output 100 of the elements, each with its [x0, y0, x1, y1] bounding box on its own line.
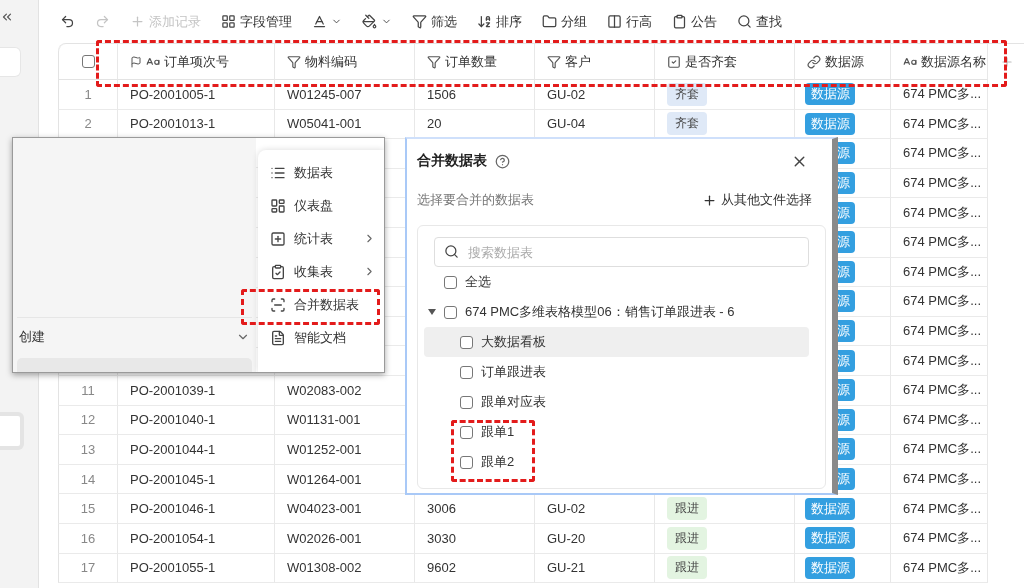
choose-other-file-button[interactable]: 从其他文件选择: [702, 191, 812, 209]
table-cell: W02026-001: [275, 523, 415, 554]
tree-item-label[interactable]: 大数据看板: [481, 333, 546, 351]
row-number: 16: [58, 523, 118, 554]
table-cell: W01245-007: [275, 80, 415, 110]
column-header[interactable]: 订单数量: [445, 52, 497, 71]
funnel-icon: [427, 54, 441, 69]
table-cell: 674 PMC多...: [891, 198, 988, 228]
row-height-button[interactable]: 行高: [605, 10, 654, 33]
status-tag: 跟进: [667, 526, 707, 550]
table-cell: GU-20: [535, 523, 655, 554]
dialog-title: 合并数据表: [417, 152, 487, 170]
table-cell: PO-2001054-1: [118, 523, 275, 554]
column-header[interactable]: 订单项次号: [164, 52, 229, 71]
table-cell: 674 PMC多...: [891, 375, 988, 406]
columns-icon: [607, 14, 622, 29]
square-plus-icon: [270, 230, 286, 247]
checkbox-label[interactable]: 全选: [465, 273, 491, 291]
find-button[interactable]: 查找: [735, 10, 784, 33]
table-cell: 674 PMC多...: [891, 346, 988, 376]
table-cell: PO-2001045-1: [118, 464, 275, 495]
table-cell: 674 PMC多...: [891, 435, 988, 465]
table-cell: 674 PMC多...: [891, 227, 988, 258]
table-cell: PO-2001044-1: [118, 435, 275, 465]
table-cell: 674 PMC多...: [891, 109, 988, 140]
table-cell: 674 PMC多...: [891, 139, 988, 169]
table-cell: 3030: [415, 523, 535, 554]
checkbox[interactable]: [460, 455, 473, 469]
table-cell: PO-2001055-1: [118, 553, 275, 584]
filter-icon: [412, 14, 427, 29]
link-icon: [807, 54, 821, 69]
row-number: 1: [58, 80, 118, 110]
help-icon[interactable]: [495, 153, 510, 169]
dashboard-icon: [270, 197, 286, 214]
checkbox[interactable]: [460, 335, 473, 349]
table-cell: 674 PMC多...: [891, 494, 988, 524]
column-header[interactable]: 数据源: [825, 52, 864, 71]
notice-button[interactable]: 公告: [670, 10, 719, 33]
plus-icon: [702, 192, 717, 208]
tree-item-label[interactable]: 跟单2: [481, 453, 515, 471]
field-manager-button[interactable]: 字段管理: [219, 10, 294, 33]
table-cell: 674 PMC多...: [891, 168, 988, 199]
undo-icon: [60, 14, 75, 29]
text-color-icon: [312, 14, 327, 29]
table-cell: 1506: [415, 80, 535, 110]
tree-item-label[interactable]: 订单跟进表: [481, 363, 546, 381]
column-header[interactable]: 数据源名称: [921, 52, 986, 71]
clipboard-check-icon: [270, 263, 286, 280]
row-number: 14: [58, 464, 118, 495]
funnel-icon: [547, 54, 561, 69]
funnel-icon: [287, 54, 301, 69]
table-cell: PO-2001046-1: [118, 494, 275, 524]
checkbox[interactable]: [444, 275, 457, 289]
menu-item[interactable]: 统计表: [258, 222, 384, 255]
checkbox[interactable]: [460, 425, 473, 439]
table-cell: 674 PMC多...: [891, 464, 988, 495]
table-cell: 674 PMC多...: [891, 523, 988, 554]
checkbox[interactable]: [460, 365, 473, 379]
menu-item[interactable]: 数据表: [258, 156, 384, 189]
search-icon: [444, 244, 459, 259]
table-cell: 674 PMC多...: [891, 405, 988, 436]
menu-item[interactable]: 仪表盘: [258, 189, 384, 222]
table-cell: 674 PMC多...: [891, 287, 988, 317]
search-field[interactable]: 搜索数据表: [434, 237, 809, 267]
table-cell: PO-2001040-1: [118, 405, 275, 436]
checkbox[interactable]: [444, 305, 457, 319]
flag-icon: [130, 55, 142, 68]
column-header[interactable]: 物料编码: [305, 52, 357, 71]
status-tag: 跟进: [667, 556, 707, 580]
tree-item-label[interactable]: 跟单1: [481, 423, 515, 441]
expand-caret-icon[interactable]: [428, 309, 436, 315]
tree-item-label[interactable]: 674 PMC多维表格模型06：销售订单跟进表 - 6: [465, 303, 735, 321]
table-cell: GU-02: [535, 80, 655, 110]
menu-item[interactable]: 智能文档: [258, 321, 384, 354]
table-cell: W01308-002: [275, 553, 415, 584]
row-number: 15: [58, 494, 118, 524]
column-header[interactable]: 是否齐套: [685, 52, 737, 71]
collapse-icon[interactable]: [0, 10, 14, 24]
paint-bucket-icon: [362, 14, 377, 29]
table-cell: GU-21: [535, 553, 655, 584]
checkbox[interactable]: [460, 395, 473, 409]
sort-icon: [477, 14, 492, 29]
table-cell: PO-2001005-1: [118, 80, 275, 110]
sort-button[interactable]: 排序: [475, 10, 524, 33]
clipboard-icon: [672, 14, 687, 29]
select-all-checkbox[interactable]: [81, 55, 95, 68]
table-cell: 674 PMC多...: [891, 553, 988, 584]
group-button[interactable]: 分组: [540, 10, 589, 33]
column-header[interactable]: 客户: [565, 52, 591, 71]
redo-icon: [95, 14, 110, 29]
tree-item-label[interactable]: 跟单对应表: [481, 393, 546, 411]
table-cell: 674 PMC多...: [891, 80, 988, 110]
menu-item[interactable]: 收集表: [258, 255, 384, 288]
document-icon: [270, 329, 286, 346]
grid-icon: [221, 14, 236, 29]
add-column-icon[interactable]: [1000, 55, 1014, 69]
filter-button[interactable]: 筛选: [410, 10, 459, 33]
menu-item[interactable]: 合并数据表: [258, 288, 384, 321]
row-number: 11: [58, 375, 118, 406]
row-number: 12: [58, 405, 118, 436]
